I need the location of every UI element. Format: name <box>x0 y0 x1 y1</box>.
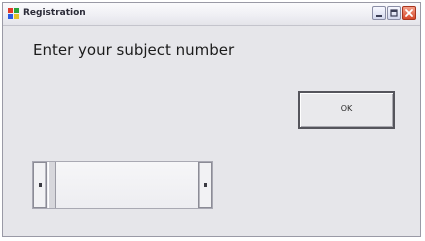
minimize-button[interactable] <box>372 6 386 20</box>
minimize-icon <box>376 15 382 17</box>
maximize-button[interactable] <box>387 6 401 20</box>
ok-button-label: OK <box>340 104 353 113</box>
close-button[interactable] <box>402 6 416 20</box>
maximize-icon <box>390 9 398 17</box>
scroll-right-button[interactable] <box>198 162 212 208</box>
window-title: Registration <box>23 8 86 18</box>
scroll-thumb[interactable] <box>48 162 56 208</box>
title-bar[interactable]: Registration <box>3 3 420 26</box>
right-arrow-icon <box>204 183 207 187</box>
scroll-left-button[interactable] <box>33 162 47 208</box>
ok-button[interactable]: OK <box>298 91 395 129</box>
app-icon <box>8 8 19 19</box>
subject-number-prompt: Enter your subject number <box>33 41 235 59</box>
subject-number-scrollbar[interactable] <box>32 161 213 209</box>
close-icon <box>405 9 413 17</box>
registration-window: Registration Enter your subject number O… <box>2 2 421 237</box>
left-arrow-icon <box>39 183 42 187</box>
